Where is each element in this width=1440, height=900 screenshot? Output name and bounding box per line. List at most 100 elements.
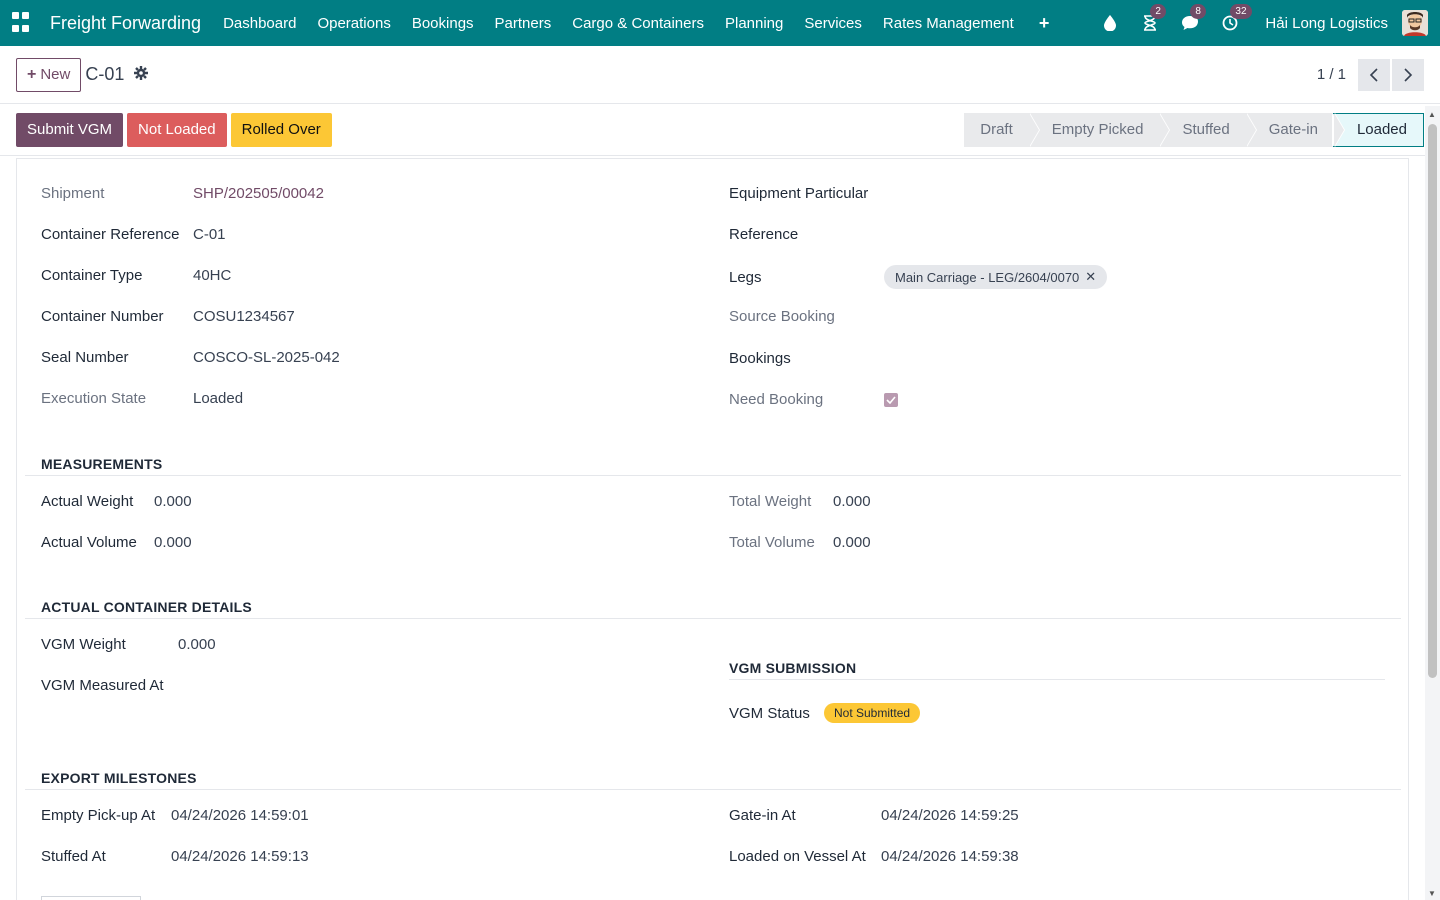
app-brand[interactable]: Freight Forwarding bbox=[50, 13, 201, 34]
menu-planning[interactable]: Planning bbox=[725, 15, 783, 32]
submit-vgm-button[interactable]: Submit VGM bbox=[16, 112, 124, 147]
menu-bookings[interactable]: Bookings bbox=[412, 15, 474, 32]
scroll-up-arrow-icon[interactable]: ▲ bbox=[1428, 110, 1436, 119]
field-total-weight: Total Weight 0.000 bbox=[729, 493, 871, 510]
section-divider bbox=[729, 679, 1385, 680]
pager-next-button[interactable] bbox=[1392, 58, 1424, 91]
section-divider bbox=[25, 618, 1401, 619]
execution-state-value: Loaded bbox=[193, 390, 244, 407]
field-bookings: Bookings bbox=[729, 350, 791, 367]
activity-badge: 2 bbox=[1150, 4, 1166, 19]
company-switcher[interactable]: Hải Long Logistics bbox=[1265, 15, 1388, 32]
navbar-systray: 2 8 32 Hải Long Logistics bbox=[1079, 4, 1428, 36]
field-execution-state: Execution State Loaded bbox=[41, 390, 243, 407]
top-navbar: Freight Forwarding Dashboard Operations … bbox=[0, 0, 1440, 46]
legs-label: Legs bbox=[729, 268, 762, 286]
stage-stuffed[interactable]: Stuffed bbox=[1158, 112, 1258, 147]
actual-volume-value[interactable]: 0.000 bbox=[154, 534, 192, 551]
bookings-label: Bookings bbox=[729, 350, 791, 367]
stage-loaded[interactable]: Loaded bbox=[1331, 112, 1424, 147]
breadcrumb-record-title: C-01 bbox=[85, 64, 125, 84]
shipment-link[interactable]: SHP/202505/00042 bbox=[193, 185, 324, 202]
menu-operations[interactable]: Operations bbox=[317, 15, 390, 32]
section-divider bbox=[25, 475, 1401, 476]
menu-partners[interactable]: Partners bbox=[495, 15, 552, 32]
droplet-icon[interactable] bbox=[1101, 14, 1119, 32]
updates-clock-icon[interactable]: 32 bbox=[1221, 4, 1252, 32]
need-booking-label: Need Booking bbox=[729, 391, 824, 408]
actual-container-section-title: ACTUAL CONTAINER DETAILS bbox=[41, 599, 252, 615]
loaded-on-vessel-at-label: Loaded on Vessel At bbox=[729, 848, 866, 865]
menu-plus-icon[interactable]: + bbox=[1039, 13, 1050, 34]
total-volume-label: Total Volume bbox=[729, 534, 815, 551]
pager-value[interactable]: 1 / 1 bbox=[1317, 66, 1346, 83]
container-type-value[interactable]: 40HC bbox=[193, 267, 231, 284]
empty-pickup-at-value[interactable]: 04/24/2026 14:59:01 bbox=[171, 807, 309, 824]
messages-icon[interactable]: 8 bbox=[1181, 4, 1206, 32]
execution-state-label: Execution State bbox=[41, 390, 147, 407]
container-number-value[interactable]: COSU1234567 bbox=[193, 308, 295, 325]
notebook-tab-stub[interactable] bbox=[41, 896, 141, 900]
menu-rates-management[interactable]: Rates Management bbox=[883, 15, 1014, 32]
new-button-label: New bbox=[40, 66, 71, 83]
container-reference-label: Container Reference bbox=[41, 226, 180, 243]
scroll-down-arrow-icon[interactable]: ▼ bbox=[1428, 889, 1436, 898]
section-divider bbox=[25, 789, 1401, 790]
field-actual-weight: Actual Weight 0.000 bbox=[41, 493, 192, 510]
form-statusbar: Submit VGM Not Loaded Rolled Over Draft … bbox=[0, 104, 1440, 156]
legs-tag[interactable]: Main Carriage - LEG/2604/0070 ✕ bbox=[884, 265, 1108, 289]
field-container-number: Container Number COSU1234567 bbox=[41, 308, 295, 325]
legs-tag-label: Main Carriage - LEG/2604/0070 bbox=[895, 269, 1080, 285]
field-shipment: Shipment SHP/202505/00042 bbox=[41, 185, 324, 202]
seal-number-value[interactable]: COSCO-SL-2025-042 bbox=[193, 349, 340, 366]
field-source-booking: Source Booking bbox=[729, 308, 835, 325]
field-need-booking: Need Booking bbox=[729, 391, 898, 408]
field-actual-volume: Actual Volume 0.000 bbox=[41, 534, 192, 551]
menu-cargo-containers[interactable]: Cargo & Containers bbox=[572, 15, 704, 32]
gear-icon[interactable] bbox=[134, 66, 149, 83]
close-icon[interactable]: ✕ bbox=[1085, 269, 1096, 285]
vgm-weight-value[interactable]: 0.000 bbox=[178, 636, 216, 653]
user-avatar[interactable] bbox=[1402, 10, 1428, 36]
menu-dashboard[interactable]: Dashboard bbox=[223, 15, 296, 32]
need-booking-checkbox[interactable] bbox=[884, 392, 898, 407]
page-scrollbar[interactable]: ▲ ▼ bbox=[1425, 106, 1440, 900]
rolled-over-button[interactable]: Rolled Over bbox=[230, 112, 332, 147]
stage-pipeline: Draft Empty Picked Stuffed Gate-in Loade… bbox=[964, 112, 1424, 147]
field-container-type: Container Type 40HC bbox=[41, 267, 231, 284]
container-reference-value[interactable]: C-01 bbox=[193, 226, 226, 243]
pager-previous-button[interactable] bbox=[1358, 58, 1390, 91]
field-seal-number: Seal Number COSCO-SL-2025-042 bbox=[41, 349, 340, 366]
field-stuffed-at: Stuffed At 04/24/2026 14:59:13 bbox=[41, 848, 309, 865]
field-vgm-status: VGM Status Not Submitted bbox=[729, 703, 921, 723]
not-loaded-button[interactable]: Not Loaded bbox=[127, 112, 227, 147]
apps-grid-icon[interactable] bbox=[12, 12, 34, 34]
check-icon bbox=[886, 395, 896, 404]
field-gate-in-at: Gate-in At 04/24/2026 14:59:25 bbox=[729, 807, 1019, 824]
reference-label: Reference bbox=[729, 226, 799, 243]
chevron-right-icon bbox=[1404, 67, 1413, 82]
activity-hourglass-icon[interactable]: 2 bbox=[1141, 4, 1166, 32]
total-volume-value: 0.000 bbox=[833, 534, 871, 551]
seal-number-label: Seal Number bbox=[41, 349, 129, 366]
stuffed-at-label: Stuffed At bbox=[41, 848, 106, 865]
pager: 1 / 1 bbox=[1317, 58, 1424, 91]
actual-weight-value[interactable]: 0.000 bbox=[154, 493, 192, 510]
field-reference: Reference bbox=[729, 226, 798, 243]
vgm-measured-at-label: VGM Measured At bbox=[41, 677, 164, 694]
new-button[interactable]: + New bbox=[16, 57, 82, 92]
gate-in-at-value[interactable]: 04/24/2026 14:59:25 bbox=[881, 807, 1019, 824]
scrollbar-thumb[interactable] bbox=[1428, 124, 1437, 678]
stage-gate-in[interactable]: Gate-in bbox=[1244, 112, 1346, 147]
stuffed-at-value[interactable]: 04/24/2026 14:59:13 bbox=[171, 848, 309, 865]
stage-draft[interactable]: Draft bbox=[964, 112, 1040, 147]
stage-loaded-label: Loaded bbox=[1356, 121, 1407, 138]
field-vgm-measured-at: VGM Measured At bbox=[41, 677, 164, 694]
container-type-label: Container Type bbox=[41, 267, 143, 284]
field-empty-pickup-at: Empty Pick-up At 04/24/2026 14:59:01 bbox=[41, 807, 309, 824]
stage-empty-picked[interactable]: Empty Picked bbox=[1027, 112, 1171, 147]
loaded-on-vessel-at-value[interactable]: 04/24/2026 14:59:38 bbox=[881, 848, 1019, 865]
menu-services[interactable]: Services bbox=[804, 15, 862, 32]
field-container-reference: Container Reference C-01 bbox=[41, 226, 226, 243]
field-total-volume: Total Volume 0.000 bbox=[729, 534, 871, 551]
